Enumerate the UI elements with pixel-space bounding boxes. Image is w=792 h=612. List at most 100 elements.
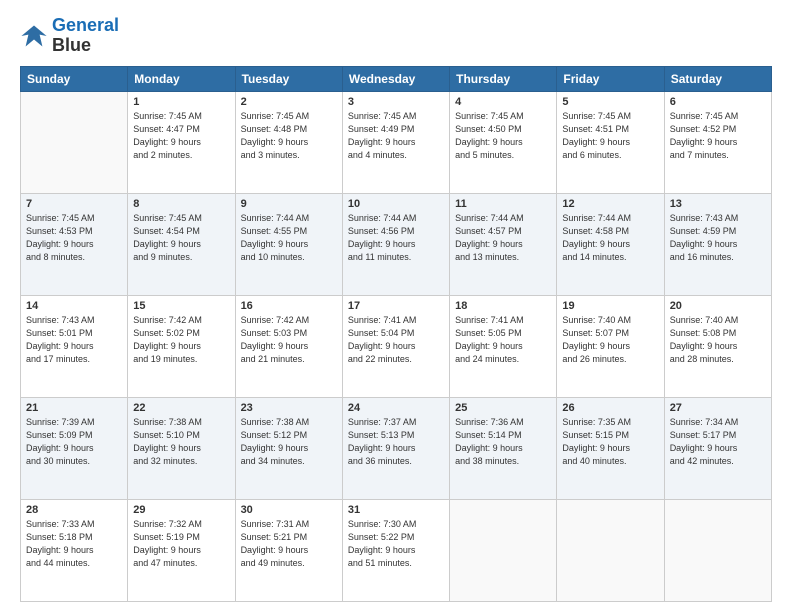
calendar-cell: 18 Sunrise: 7:41 AM Sunset: 5:05 PM Dayli…: [450, 295, 557, 397]
calendar-cell: 24Sunrise: 7:37 AM Sunset: 5:13 PM Dayli…: [342, 397, 449, 499]
calendar-cell: 1 Sunrise: 7:45 AM Sunset: 4:47 PM Daylig…: [128, 91, 235, 193]
day-number: 1: [133, 96, 229, 108]
day-info: Sunrise: 7:44 AM Sunset: 4:57 PM Dayligh…: [455, 212, 551, 264]
calendar-cell: 12 Sunrise: 7:44 AM Sunset: 4:58 PM Dayli…: [557, 193, 664, 295]
day-info: Sunrise: 7:44 AM Sunset: 4:56 PM Dayligh…: [348, 212, 444, 264]
calendar-cell: 6Sunrise: 7:45 AM Sunset: 4:52 PM Daylig…: [664, 91, 771, 193]
calendar-cell: 7 Sunrise: 7:45 AM Sunset: 4:53 PM Daylig…: [21, 193, 128, 295]
day-number: 4: [455, 96, 551, 108]
day-number: 24: [348, 402, 444, 414]
calendar-cell: 4 Sunrise: 7:45 AM Sunset: 4:50 PM Daylig…: [450, 91, 557, 193]
day-info: Sunrise: 7:32 AM Sunset: 5:19 PM Dayligh…: [133, 518, 229, 570]
calendar-header-wednesday: Wednesday: [342, 66, 449, 91]
day-number: 12: [562, 198, 658, 210]
calendar-cell: 29 Sunrise: 7:32 AM Sunset: 5:19 PM Dayli…: [128, 499, 235, 601]
day-number: 23: [241, 402, 337, 414]
calendar-header-saturday: Saturday: [664, 66, 771, 91]
day-number: 6: [670, 96, 766, 108]
day-info: Sunrise: 7:45 AM Sunset: 4:47 PM Dayligh…: [133, 110, 229, 162]
day-number: 19: [562, 300, 658, 312]
day-number: 11: [455, 198, 551, 210]
calendar-cell: 16Sunrise: 7:42 AM Sunset: 5:03 PM Dayli…: [235, 295, 342, 397]
day-info: Sunrise: 7:33 AM Sunset: 5:18 PM Dayligh…: [26, 518, 122, 570]
day-number: 14: [26, 300, 122, 312]
day-number: 28: [26, 504, 122, 516]
calendar-header-thursday: Thursday: [450, 66, 557, 91]
calendar-cell: 9 Sunrise: 7:44 AM Sunset: 4:55 PM Daylig…: [235, 193, 342, 295]
day-info: Sunrise: 7:44 AM Sunset: 4:55 PM Dayligh…: [241, 212, 337, 264]
calendar-table: SundayMondayTuesdayWednesdayThursdayFrid…: [20, 66, 772, 602]
day-number: 7: [26, 198, 122, 210]
calendar-cell: 2 Sunrise: 7:45 AM Sunset: 4:48 PM Daylig…: [235, 91, 342, 193]
calendar-cell: 13 Sunrise: 7:43 AM Sunset: 4:59 PM Dayli…: [664, 193, 771, 295]
day-number: 15: [133, 300, 229, 312]
calendar-cell: [557, 499, 664, 601]
calendar-cell: 20 Sunrise: 7:40 AM Sunset: 5:08 PM Dayli…: [664, 295, 771, 397]
calendar-header-friday: Friday: [557, 66, 664, 91]
day-number: 25: [455, 402, 551, 414]
day-info: Sunrise: 7:41 AM Sunset: 5:05 PM Dayligh…: [455, 314, 551, 366]
calendar-cell: 28 Sunrise: 7:33 AM Sunset: 5:18 PM Dayli…: [21, 499, 128, 601]
calendar-cell: 3 Sunrise: 7:45 AM Sunset: 4:49 PM Daylig…: [342, 91, 449, 193]
calendar-week-2: 7 Sunrise: 7:45 AM Sunset: 4:53 PM Daylig…: [21, 193, 772, 295]
day-info: Sunrise: 7:38 AM Sunset: 5:12 PM Dayligh…: [241, 416, 337, 468]
calendar-cell: 30Sunrise: 7:31 AM Sunset: 5:21 PM Dayli…: [235, 499, 342, 601]
calendar-cell: 27 Sunrise: 7:34 AM Sunset: 5:17 PM Dayli…: [664, 397, 771, 499]
day-number: 10: [348, 198, 444, 210]
day-info: Sunrise: 7:43 AM Sunset: 4:59 PM Dayligh…: [670, 212, 766, 264]
day-info: Sunrise: 7:45 AM Sunset: 4:48 PM Dayligh…: [241, 110, 337, 162]
day-number: 8: [133, 198, 229, 210]
page: General Blue SundayMondayTuesdayWednesda…: [0, 0, 792, 612]
calendar-cell: 17 Sunrise: 7:41 AM Sunset: 5:04 PM Dayli…: [342, 295, 449, 397]
day-info: Sunrise: 7:39 AM Sunset: 5:09 PM Dayligh…: [26, 416, 122, 468]
calendar-week-4: 21Sunrise: 7:39 AM Sunset: 5:09 PM Dayli…: [21, 397, 772, 499]
day-info: Sunrise: 7:40 AM Sunset: 5:08 PM Dayligh…: [670, 314, 766, 366]
day-number: 5: [562, 96, 658, 108]
day-number: 20: [670, 300, 766, 312]
calendar-header-monday: Monday: [128, 66, 235, 91]
calendar-cell: [21, 91, 128, 193]
calendar-cell: 23 Sunrise: 7:38 AM Sunset: 5:12 PM Dayli…: [235, 397, 342, 499]
day-info: Sunrise: 7:45 AM Sunset: 4:51 PM Dayligh…: [562, 110, 658, 162]
header: General Blue: [20, 16, 772, 56]
calendar-cell: [450, 499, 557, 601]
day-number: 2: [241, 96, 337, 108]
calendar-cell: 11 Sunrise: 7:44 AM Sunset: 4:57 PM Dayli…: [450, 193, 557, 295]
day-info: Sunrise: 7:35 AM Sunset: 5:15 PM Dayligh…: [562, 416, 658, 468]
day-info: Sunrise: 7:45 AM Sunset: 4:53 PM Dayligh…: [26, 212, 122, 264]
day-info: Sunrise: 7:42 AM Sunset: 5:02 PM Dayligh…: [133, 314, 229, 366]
day-info: Sunrise: 7:30 AM Sunset: 5:22 PM Dayligh…: [348, 518, 444, 570]
calendar-week-1: 1 Sunrise: 7:45 AM Sunset: 4:47 PM Daylig…: [21, 91, 772, 193]
calendar-cell: 25 Sunrise: 7:36 AM Sunset: 5:14 PM Dayli…: [450, 397, 557, 499]
day-info: Sunrise: 7:34 AM Sunset: 5:17 PM Dayligh…: [670, 416, 766, 468]
day-info: Sunrise: 7:45 AM Sunset: 4:49 PM Dayligh…: [348, 110, 444, 162]
calendar-header-row: SundayMondayTuesdayWednesdayThursdayFrid…: [21, 66, 772, 91]
day-number: 17: [348, 300, 444, 312]
day-info: Sunrise: 7:40 AM Sunset: 5:07 PM Dayligh…: [562, 314, 658, 366]
day-info: Sunrise: 7:45 AM Sunset: 4:50 PM Dayligh…: [455, 110, 551, 162]
calendar-cell: 5 Sunrise: 7:45 AM Sunset: 4:51 PM Daylig…: [557, 91, 664, 193]
calendar-cell: 31Sunrise: 7:30 AM Sunset: 5:22 PM Dayli…: [342, 499, 449, 601]
day-number: 27: [670, 402, 766, 414]
calendar-week-5: 28 Sunrise: 7:33 AM Sunset: 5:18 PM Dayli…: [21, 499, 772, 601]
calendar-cell: 15 Sunrise: 7:42 AM Sunset: 5:02 PM Dayli…: [128, 295, 235, 397]
day-info: Sunrise: 7:42 AM Sunset: 5:03 PM Dayligh…: [241, 314, 337, 366]
day-number: 22: [133, 402, 229, 414]
calendar-header-tuesday: Tuesday: [235, 66, 342, 91]
day-number: 3: [348, 96, 444, 108]
calendar-cell: [664, 499, 771, 601]
day-info: Sunrise: 7:44 AM Sunset: 4:58 PM Dayligh…: [562, 212, 658, 264]
day-info: Sunrise: 7:43 AM Sunset: 5:01 PM Dayligh…: [26, 314, 122, 366]
calendar-cell: 8Sunrise: 7:45 AM Sunset: 4:54 PM Daylig…: [128, 193, 235, 295]
day-number: 18: [455, 300, 551, 312]
calendar-week-3: 14 Sunrise: 7:43 AM Sunset: 5:01 PM Dayli…: [21, 295, 772, 397]
logo-icon: [20, 22, 48, 50]
day-info: Sunrise: 7:41 AM Sunset: 5:04 PM Dayligh…: [348, 314, 444, 366]
calendar-cell: 10 Sunrise: 7:44 AM Sunset: 4:56 PM Dayli…: [342, 193, 449, 295]
day-number: 29: [133, 504, 229, 516]
day-number: 30: [241, 504, 337, 516]
day-info: Sunrise: 7:36 AM Sunset: 5:14 PM Dayligh…: [455, 416, 551, 468]
day-number: 9: [241, 198, 337, 210]
day-info: Sunrise: 7:38 AM Sunset: 5:10 PM Dayligh…: [133, 416, 229, 468]
day-number: 13: [670, 198, 766, 210]
